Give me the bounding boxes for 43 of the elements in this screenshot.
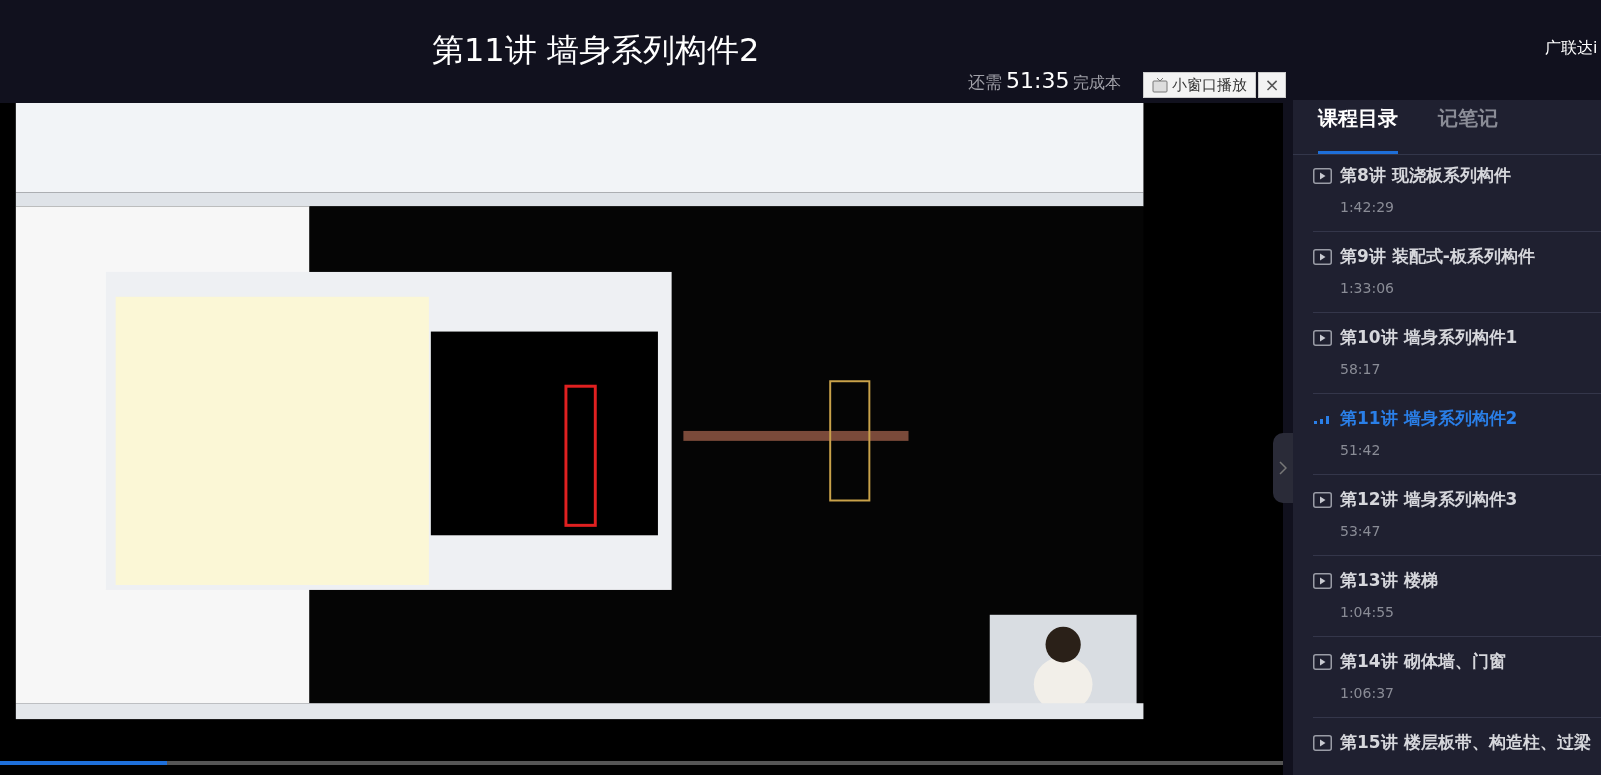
remaining-text: 完成本 <box>1073 72 1122 94</box>
lesson-duration: 1:06:37 <box>1339 683 1395 703</box>
play-icon <box>1313 653 1332 670</box>
lesson-duration: 58:17 <box>1339 359 1382 379</box>
lesson-duration: 51:42 <box>1339 440 1382 460</box>
lesson-duration: 53:47 <box>1339 521 1382 541</box>
lesson-title: 第13讲 楼梯 <box>1340 569 1438 592</box>
lesson-title: 第12讲 墙身系列构件3 <box>1340 488 1518 511</box>
lesson-title: 第10讲 墙身系列构件1 <box>1340 326 1518 349</box>
lesson-title: 第11讲 墙身系列构件2 <box>1340 407 1518 430</box>
lesson-item[interactable]: 第12讲 墙身系列构件3 53:47 <box>1313 475 1601 556</box>
lesson-item[interactable]: 第14讲 砌体墙、门窗 1:06:37 <box>1313 637 1601 718</box>
lesson-item[interactable]: 第15讲 楼层板带、构造柱、过梁 <box>1313 718 1601 775</box>
mini-player-button[interactable]: 小窗口播放 <box>1143 72 1256 98</box>
lesson-title: 第8讲 现浇板系列构件 <box>1340 164 1511 187</box>
sidebar-tab[interactable]: 记笔记 <box>1438 103 1498 154</box>
close-button[interactable]: × <box>1258 72 1286 98</box>
play-icon <box>1313 491 1332 508</box>
lesson-title: 第14讲 砌体墙、门窗 <box>1340 650 1506 673</box>
lesson-item[interactable]: 第13讲 楼梯 1:04:55 <box>1313 556 1601 637</box>
play-icon <box>1313 248 1332 265</box>
play-icon <box>1313 329 1332 346</box>
chevron-right-icon <box>1279 461 1287 475</box>
play-icon <box>1313 734 1332 751</box>
lesson-duration: 1:42:29 <box>1339 197 1395 217</box>
play-icon <box>1313 572 1332 589</box>
progress-track[interactable] <box>0 761 1283 765</box>
brand-text: 广联达i <box>1545 37 1598 59</box>
lesson-title: 第15讲 楼层板带、构造柱、过梁 <box>1340 731 1591 754</box>
lesson-title: 第11讲 墙身系列构件2 <box>432 30 760 71</box>
lesson-item[interactable]: 第11讲 墙身系列构件2 51:42 <box>1313 394 1601 475</box>
lesson-duration: 1:04:55 <box>1339 602 1395 622</box>
lesson-item[interactable]: 第10讲 墙身系列构件1 58:17 <box>1313 313 1601 394</box>
lesson-duration: 1:33:06 <box>1339 278 1395 298</box>
remaining-time: 51:35 <box>1006 67 1070 95</box>
tv-icon <box>1152 77 1168 93</box>
lesson-item[interactable]: 第8讲 现浇板系列构件 1:42:29 <box>1313 151 1601 232</box>
lesson-title: 第9讲 装配式-板系列构件 <box>1340 245 1535 268</box>
lesson-item[interactable]: 第9讲 装配式-板系列构件 1:33:06 <box>1313 232 1601 313</box>
collapse-handle[interactable] <box>1273 433 1293 503</box>
remaining-label: 还需 <box>968 71 1002 94</box>
sidebar-tab[interactable]: 课程目录 <box>1318 103 1398 154</box>
play-icon <box>1313 167 1332 184</box>
